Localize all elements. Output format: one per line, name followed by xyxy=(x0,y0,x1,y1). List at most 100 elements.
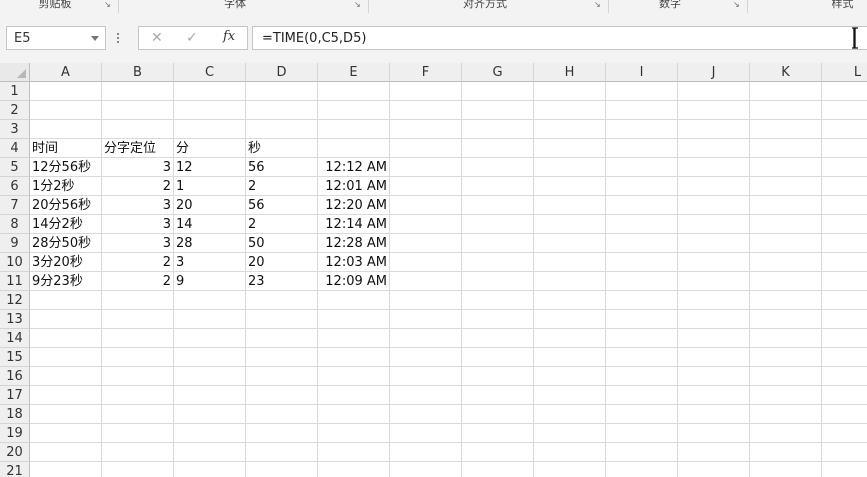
cell-c4[interactable]: 分 xyxy=(174,139,246,158)
formula-buttons: ✕ ✓ fx xyxy=(138,26,248,50)
ribbon-divider xyxy=(747,0,748,13)
cell-e10[interactable]: 12:03 AM xyxy=(318,253,390,272)
cell-a4[interactable]: 时间 xyxy=(30,139,102,158)
chevron-down-icon[interactable] xyxy=(91,36,99,41)
cell-d11[interactable]: 23 xyxy=(246,272,318,291)
ribbon-group-clipboard: 剪贴板 xyxy=(38,0,72,10)
row-header-10[interactable]: 10 xyxy=(0,253,30,272)
row-header-20[interactable]: 20 xyxy=(0,443,30,462)
cell-c9[interactable]: 28 xyxy=(174,234,246,253)
ribbon-divider xyxy=(368,0,369,13)
row-header-21[interactable]: 21 xyxy=(0,462,30,477)
row-header-7[interactable]: 7 xyxy=(0,196,30,215)
row-header-16[interactable]: 16 xyxy=(0,367,30,386)
cell-a10[interactable]: 3分20秒 xyxy=(30,253,102,272)
cell-c8[interactable]: 14 xyxy=(174,215,246,234)
column-header-b[interactable]: B xyxy=(102,63,174,82)
cell-a6[interactable]: 1分2秒 xyxy=(30,177,102,196)
row-header-17[interactable]: 17 xyxy=(0,386,30,405)
cell-d6[interactable]: 2 xyxy=(246,177,318,196)
row-header-13[interactable]: 13 xyxy=(0,310,30,329)
cell-c6[interactable]: 1 xyxy=(174,177,246,196)
cell-e9[interactable]: 12:28 AM xyxy=(318,234,390,253)
name-box-value: E5 xyxy=(14,31,31,46)
cell-a7[interactable]: 20分56秒 xyxy=(30,196,102,215)
row-header-6[interactable]: 6 xyxy=(0,177,30,196)
text-cursor-icon xyxy=(852,27,858,49)
row-header-12[interactable]: 12 xyxy=(0,291,30,310)
row-header-3[interactable]: 3 xyxy=(0,120,30,139)
column-header-h[interactable]: H xyxy=(534,63,606,82)
cell-c5[interactable]: 12 xyxy=(174,158,246,177)
row-header-9[interactable]: 9 xyxy=(0,234,30,253)
name-box[interactable]: E5 xyxy=(6,26,106,50)
cell-e8[interactable]: 12:14 AM xyxy=(318,215,390,234)
column-header-c[interactable]: C xyxy=(174,63,246,82)
cell-b11[interactable]: 2 xyxy=(102,272,174,291)
ribbon-divider xyxy=(118,0,119,13)
row-header-14[interactable]: 14 xyxy=(0,329,30,348)
cell-b4[interactable]: 分字定位 xyxy=(102,139,174,158)
font-launcher-icon[interactable]: ↘ xyxy=(354,1,362,9)
formula-input[interactable]: =TIME(0,C5,D5) xyxy=(252,26,867,50)
cell-c11[interactable]: 9 xyxy=(174,272,246,291)
cell-d4[interactable]: 秒 xyxy=(246,139,318,158)
cancel-icon[interactable]: ✕ xyxy=(151,30,163,46)
column-header-i[interactable]: I xyxy=(606,63,678,82)
column-header-g[interactable]: G xyxy=(462,63,534,82)
row-header-18[interactable]: 18 xyxy=(0,405,30,424)
cell-d8[interactable]: 2 xyxy=(246,215,318,234)
cell-area[interactable]: 时间 分字定位 分 秒 12分56秒 3 12 56 12:12 AM 1分2秒… xyxy=(30,82,867,477)
column-header-e[interactable]: E xyxy=(318,63,390,82)
select-all-corner[interactable] xyxy=(0,63,30,82)
clipboard-launcher-icon[interactable]: ↘ xyxy=(104,1,112,9)
formula-bar-area: E5 ✕ ✓ fx =TIME(0,C5,D5) xyxy=(0,13,867,63)
cell-e5[interactable]: 12:12 AM xyxy=(318,158,390,177)
number-launcher-icon[interactable]: ↘ xyxy=(733,1,741,9)
ribbon-group-alignment: 对齐方式 xyxy=(463,0,507,10)
row-header-2[interactable]: 2 xyxy=(0,101,30,120)
column-header-f[interactable]: F xyxy=(390,63,462,82)
cell-d9[interactable]: 50 xyxy=(246,234,318,253)
cell-a8[interactable]: 14分2秒 xyxy=(30,215,102,234)
cell-a9[interactable]: 28分50秒 xyxy=(30,234,102,253)
cell-a11[interactable]: 9分23秒 xyxy=(30,272,102,291)
cell-b8[interactable]: 3 xyxy=(102,215,174,234)
formula-text: =TIME(0,C5,D5) xyxy=(262,31,367,46)
row-header-11[interactable]: 11 xyxy=(0,272,30,291)
cell-a5[interactable]: 12分56秒 xyxy=(30,158,102,177)
row-header-8[interactable]: 8 xyxy=(0,215,30,234)
cell-c10[interactable]: 3 xyxy=(174,253,246,272)
column-header-k[interactable]: K xyxy=(750,63,822,82)
cell-b5[interactable]: 3 xyxy=(102,158,174,177)
ribbon-divider xyxy=(608,0,609,13)
row-header-1[interactable]: 1 xyxy=(0,82,30,101)
cell-e11[interactable]: 12:09 AM xyxy=(318,272,390,291)
column-header-j[interactable]: J xyxy=(678,63,750,82)
alignment-launcher-icon[interactable]: ↘ xyxy=(594,1,602,9)
cell-b7[interactable]: 3 xyxy=(102,196,174,215)
column-header-d[interactable]: D xyxy=(246,63,318,82)
ribbon-group-font: 字体 xyxy=(224,0,246,10)
more-icon[interactable] xyxy=(117,31,120,45)
cell-e7[interactable]: 12:20 AM xyxy=(318,196,390,215)
row-header-19[interactable]: 19 xyxy=(0,424,30,443)
cell-c7[interactable]: 20 xyxy=(174,196,246,215)
cell-d10[interactable]: 20 xyxy=(246,253,318,272)
insert-function-icon[interactable]: fx xyxy=(223,29,235,44)
row-header-5[interactable]: 5 xyxy=(0,158,30,177)
cell-d7[interactable]: 56 xyxy=(246,196,318,215)
row-header-4[interactable]: 4 xyxy=(0,139,30,158)
ribbon-group-labels: 剪贴板 ↘ 字体 ↘ 对齐方式 ↘ 数字 ↘ 样式 xyxy=(0,0,867,14)
cell-e6[interactable]: 12:01 AM xyxy=(318,177,390,196)
ribbon-group-styles: 样式 xyxy=(831,0,854,10)
enter-icon[interactable]: ✓ xyxy=(186,30,198,46)
cell-b10[interactable]: 2 xyxy=(102,253,174,272)
cell-b6[interactable]: 2 xyxy=(102,177,174,196)
column-header-l[interactable]: L xyxy=(822,63,867,82)
ribbon-group-number: 数字 xyxy=(659,0,681,10)
column-header-a[interactable]: A xyxy=(30,63,102,82)
cell-d5[interactable]: 56 xyxy=(246,158,318,177)
row-header-15[interactable]: 15 xyxy=(0,348,30,367)
cell-b9[interactable]: 3 xyxy=(102,234,174,253)
